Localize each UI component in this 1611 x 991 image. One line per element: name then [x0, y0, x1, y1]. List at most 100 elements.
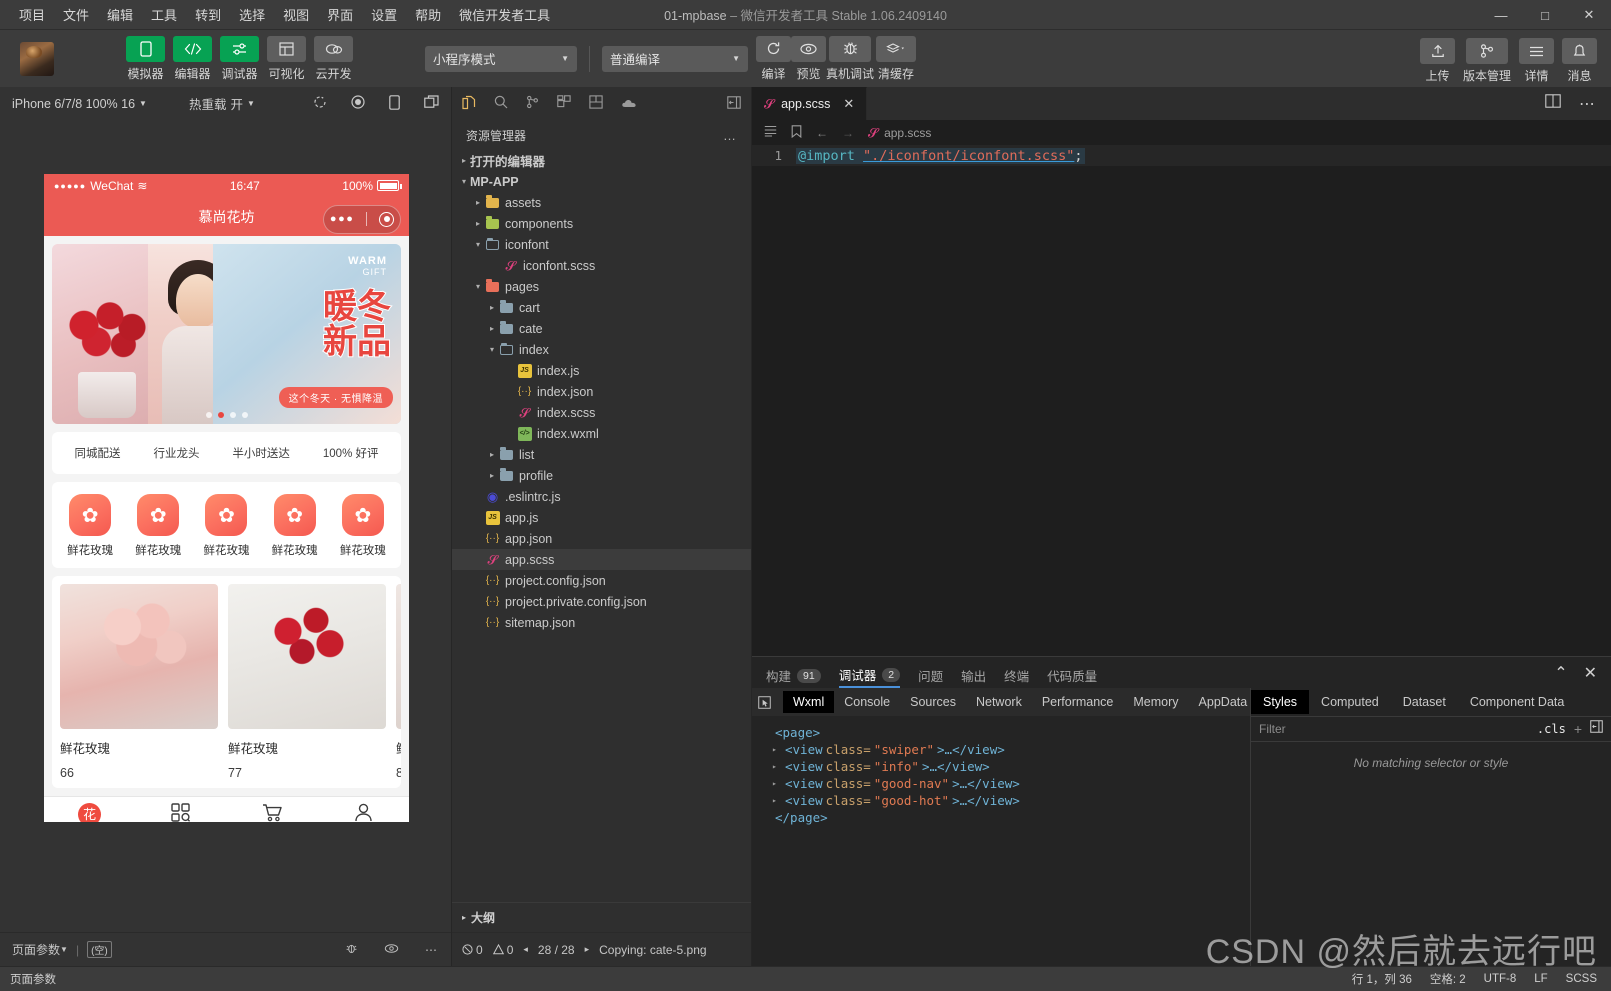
tree-item-project-private-config[interactable]: {··} project.private.config.json	[452, 591, 751, 612]
close-icon[interactable]: ✕	[1584, 663, 1597, 683]
tabbar-item-profile[interactable]: 我的	[318, 803, 409, 822]
chevron-up-icon[interactable]: ⌃	[1554, 663, 1567, 683]
banner-dot[interactable]	[205, 412, 212, 419]
status-indent[interactable]: 空格: 2	[1430, 971, 1466, 987]
chevron-right-icon[interactable]: ▸	[772, 762, 782, 771]
page-params-label[interactable]: 页面参数	[12, 941, 60, 958]
record-icon[interactable]	[351, 95, 365, 112]
prev-icon[interactable]: ◂	[523, 944, 528, 955]
hotreload-select[interactable]: 热重载 开 ▼	[189, 94, 255, 113]
tree-item-sitemap-json[interactable]: {··} sitemap.json	[452, 612, 751, 633]
save-icon[interactable]	[589, 95, 603, 112]
cls-button[interactable]: .cls	[1537, 722, 1566, 736]
menu-item-tools[interactable]: 工具	[142, 1, 186, 28]
good-nav-item[interactable]: ✿ 鲜花玫瑰	[264, 494, 326, 558]
goods-item[interactable]: 鲜花玫瑰 77	[228, 584, 386, 780]
nav-back-button[interactable]: ←	[816, 126, 828, 140]
panel-tab-code-quality[interactable]: 代码质量	[1047, 657, 1097, 688]
popout-icon[interactable]	[424, 95, 439, 112]
action-version-control[interactable]: 版本管理	[1463, 38, 1511, 84]
wxml-row[interactable]: </page>	[762, 809, 1240, 826]
devtool-tab-appdata[interactable]: AppData	[1189, 691, 1258, 713]
mode-button-cloud[interactable]: 云开发	[314, 35, 353, 82]
tree-item-profile[interactable]: ▸ profile	[452, 465, 751, 486]
phone-icon[interactable]	[389, 94, 400, 113]
files-icon[interactable]	[462, 95, 476, 113]
outline-icon[interactable]	[764, 125, 777, 140]
action-upload[interactable]: 上传	[1420, 38, 1455, 84]
styles-tab-computed[interactable]: Computed	[1309, 690, 1391, 714]
panel-tab-problems[interactable]: 问题	[918, 657, 943, 688]
tree-item-iconfont-scss[interactable]: 𝓢 iconfont.scss	[452, 255, 751, 276]
goods-item[interactable]: 鲜花玫瑰 66	[60, 584, 218, 780]
banner-dot[interactable]	[241, 412, 248, 419]
status-cursor-position[interactable]: 行 1，列 36	[1352, 971, 1412, 987]
status-encoding[interactable]: UTF-8	[1484, 973, 1517, 985]
status-language[interactable]: SCSS	[1566, 973, 1597, 985]
tree-item-app-js[interactable]: JS app.js	[452, 507, 751, 528]
tree-item-app-scss[interactable]: 𝓢 app.scss	[452, 549, 751, 570]
panel-tab-output[interactable]: 输出	[961, 657, 986, 688]
tabbar-item-home[interactable]: 花 首页	[44, 802, 135, 822]
branch-icon[interactable]	[526, 95, 539, 112]
good-nav-item[interactable]: ✿ 鲜花玫瑰	[59, 494, 121, 558]
device-select[interactable]: iPhone 6/7/8 100% 16 ▼	[12, 97, 147, 111]
devtool-tab-wxml[interactable]: Wxml	[783, 691, 835, 713]
panel-tab-build[interactable]: 构建 91	[766, 657, 821, 688]
tree-item-root[interactable]: ▾ MP-APP	[452, 171, 751, 192]
action-compile[interactable]: 编译	[756, 35, 791, 82]
tree-item-app-json[interactable]: {··} app.json	[452, 528, 751, 549]
status-page-params[interactable]: 页面参数	[10, 971, 56, 987]
mode-button-visual[interactable]: 可视化	[267, 35, 306, 82]
wechat-capsule[interactable]: ●●●	[323, 204, 401, 234]
wxml-row[interactable]: ▸ <view class= "info" >…</view>	[762, 758, 1240, 775]
tree-item-cart[interactable]: ▸ cart	[452, 297, 751, 318]
compile-select[interactable]: 普通编译 ▼	[602, 45, 748, 72]
action-clear-cache[interactable]: 清缓存	[874, 35, 918, 82]
goods-item[interactable]: 鲜 8	[396, 584, 401, 780]
good-nav-item[interactable]: ✿ 鲜花玫瑰	[127, 494, 189, 558]
breadcrumb-file[interactable]: 𝓢 app.scss	[868, 125, 931, 141]
tree-item-open-editors[interactable]: ▸ 打开的编辑器	[452, 150, 751, 171]
minimize-button[interactable]: —	[1479, 0, 1523, 30]
avatar[interactable]	[20, 41, 54, 76]
mode-button-simulator[interactable]: 模拟器	[126, 35, 165, 82]
styles-tab-dataset[interactable]: Dataset	[1391, 690, 1458, 714]
devtool-tab-performance[interactable]: Performance	[1032, 691, 1124, 713]
tree-item-index-js[interactable]: JS index.js	[452, 360, 751, 381]
tabbar-item-category[interactable]: 分类	[135, 803, 226, 822]
menu-item-file[interactable]: 文件	[54, 1, 98, 28]
panel-tab-debugger[interactable]: 调试器 2	[838, 657, 901, 688]
mode-button-editor[interactable]: 编辑器	[173, 35, 212, 82]
wxml-row[interactable]: ▸ <view class= "swiper" >…</view>	[762, 741, 1240, 758]
action-preview[interactable]: 预览	[791, 35, 826, 82]
tree-item-eslintrc[interactable]: ◉ .eslintrc.js	[452, 486, 751, 507]
nav-forward-button[interactable]: →	[842, 126, 854, 140]
menu-item-help[interactable]: 帮助	[406, 1, 450, 28]
devtool-tab-sources[interactable]: Sources	[900, 691, 966, 713]
tree-item-index-wxml[interactable]: </> index.wxml	[452, 423, 751, 444]
tree-item-index-json[interactable]: {··} index.json	[452, 381, 751, 402]
bug-icon[interactable]	[345, 942, 358, 958]
sidebar-toggle-icon[interactable]	[1590, 720, 1603, 738]
chevron-right-icon[interactable]: ▸	[772, 796, 782, 805]
banner-dot[interactable]	[229, 412, 236, 419]
tree-item-project-config[interactable]: {··} project.config.json	[452, 570, 751, 591]
tree-item-index[interactable]: ▾ index	[452, 339, 751, 360]
panel-tab-terminal[interactable]: 终端	[1004, 657, 1029, 688]
eye-icon[interactable]	[384, 943, 399, 957]
warning-icon[interactable]: 0	[492, 943, 513, 957]
code-editor[interactable]: 1 @import "./iconfont/iconfont.scss";	[752, 145, 1611, 656]
good-nav-item[interactable]: ✿ 鲜花玫瑰	[195, 494, 257, 558]
banner-swiper[interactable]: WARM GIFT 暖冬 新品 这个冬天 · 无惧降温	[52, 244, 401, 425]
extensions-icon[interactable]	[557, 95, 571, 112]
close-button[interactable]: ✕	[1567, 0, 1611, 30]
chevron-down-icon[interactable]: ▼	[60, 945, 68, 954]
more-icon[interactable]: ⋯	[1579, 94, 1597, 114]
menu-item-settings[interactable]: 设置	[362, 1, 406, 28]
tree-item-cate[interactable]: ▸ cate	[452, 318, 751, 339]
error-icon[interactable]: 0	[462, 943, 483, 957]
chevron-right-icon[interactable]: ▸	[772, 745, 782, 754]
more-icon[interactable]: ⋯	[425, 943, 439, 957]
wxml-row[interactable]: ▸ <view class= "good-hot" >…</view>	[762, 792, 1240, 809]
